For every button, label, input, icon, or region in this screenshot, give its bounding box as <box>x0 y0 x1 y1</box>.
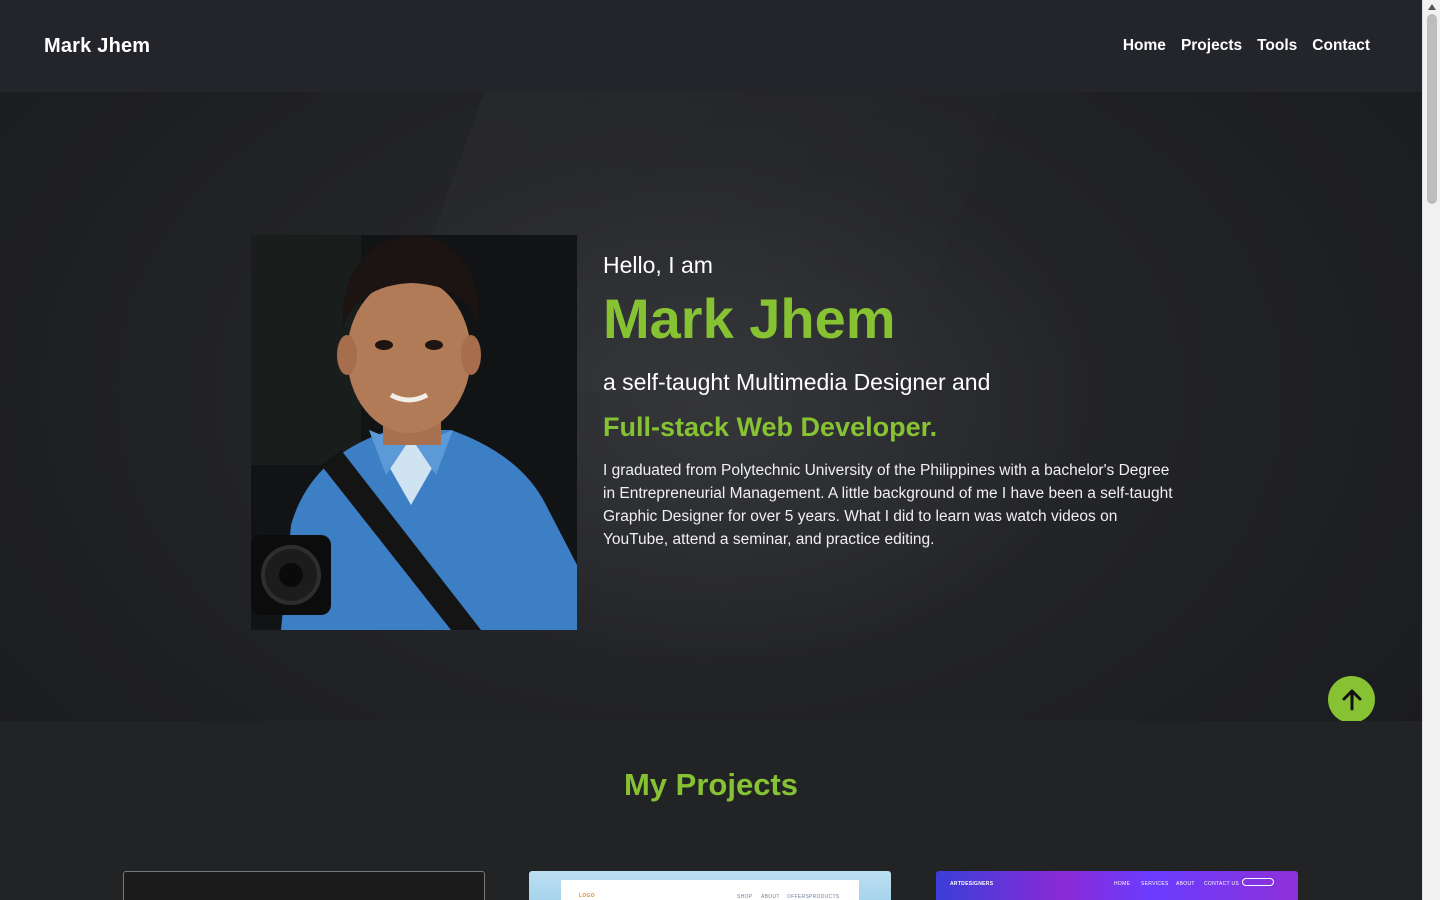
projects-section: My Projects LOGO SHOP ABOUT OFFERS PRODU… <box>0 721 1422 900</box>
tagline-secondary: Full-stack Web Developer. <box>603 412 938 442</box>
page: Mark Jhem Home Projects Tools Contact He… <box>0 0 1422 900</box>
greeting-text: Hello, I am <box>603 252 713 278</box>
nav-projects[interactable]: Projects <box>1181 37 1242 55</box>
hero-name: Mark Jhem <box>603 287 896 350</box>
preview-nav-item: CONTACT US <box>1204 881 1240 887</box>
scrollbar-thumb[interactable] <box>1427 14 1437 204</box>
project-card-2[interactable]: LOGO SHOP ABOUT OFFERS PRODUCTS <box>529 871 891 900</box>
preview-nav-item: SERVICES <box>1141 881 1169 887</box>
vertical-scrollbar[interactable] <box>1422 0 1440 900</box>
hero-intro: Hello, I am Mark Jhem a self-taught Mult… <box>603 252 1203 551</box>
preview-search-input <box>1242 878 1274 886</box>
project-card-1[interactable] <box>123 871 485 900</box>
profile-photo <box>251 235 577 630</box>
arrow-up-icon <box>1342 689 1361 710</box>
brand-logo[interactable]: Mark Jhem <box>44 35 150 58</box>
preview-logo: LOGO <box>579 893 595 899</box>
bio-paragraph: I graduated from Polytechnic University … <box>603 462 1173 548</box>
scroll-up-button[interactable] <box>1423 0 1440 14</box>
preview-nav-item: ABOUT <box>1176 881 1195 887</box>
preview-nav-item: HOME <box>1114 881 1131 887</box>
back-to-top-button[interactable] <box>1328 676 1375 723</box>
nav-home[interactable]: Home <box>1123 37 1166 55</box>
nav-contact[interactable]: Contact <box>1312 37 1370 55</box>
preview-nav-item: PRODUCTS <box>809 894 840 900</box>
main-nav: Home Projects Tools Contact <box>1123 37 1370 55</box>
project-card-3[interactable]: ARTDESIGNERS HOME SERVICES ABOUT CONTACT… <box>936 871 1298 900</box>
project-card-2-preview: LOGO SHOP ABOUT OFFERS PRODUCTS <box>561 880 859 900</box>
nav-tools[interactable]: Tools <box>1257 37 1297 55</box>
triangle-up-icon <box>1428 4 1436 10</box>
preview-logo: ARTDESIGNERS <box>950 881 994 887</box>
profile-portrait-illustration <box>251 235 577 630</box>
preview-nav-item: OFFERS <box>787 894 810 900</box>
tagline-primary: a self-taught Multimedia Designer and <box>603 369 991 395</box>
preview-nav-item: ABOUT <box>761 894 780 900</box>
preview-nav-item: SHOP <box>737 894 753 900</box>
hero-section: Hello, I am Mark Jhem a self-taught Mult… <box>0 92 1422 723</box>
projects-heading: My Projects <box>623 767 798 802</box>
site-header: Mark Jhem Home Projects Tools Contact <box>0 0 1422 92</box>
